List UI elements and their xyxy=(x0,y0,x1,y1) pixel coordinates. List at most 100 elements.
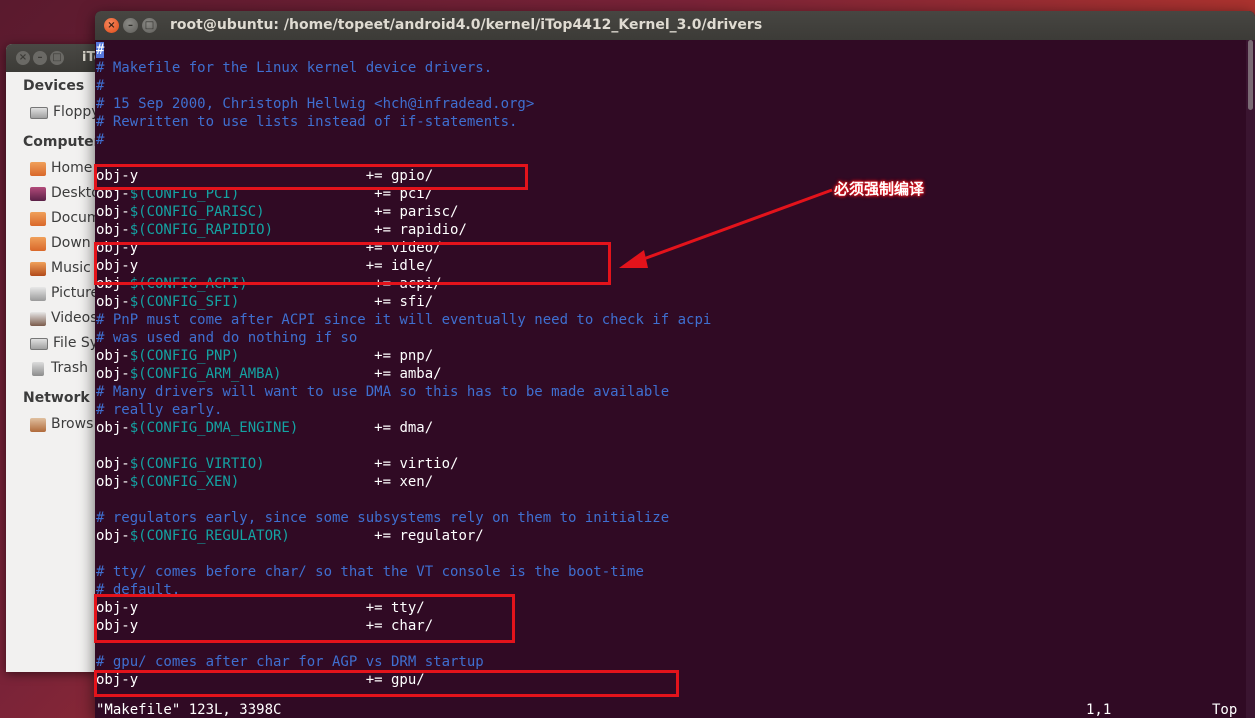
code-text: obj-y += tty/ xyxy=(96,600,425,616)
editor-line: # was used and do nothing if so xyxy=(96,329,357,347)
music-folder-icon xyxy=(30,261,46,276)
code-text: += xen/ xyxy=(239,474,434,490)
code-comment: # was used and do nothing if so xyxy=(96,330,358,346)
fm-minimize-icon[interactable]: – xyxy=(33,51,47,65)
code-variable: $(CONFIG_SFI) xyxy=(129,294,240,310)
code-text: += amba/ xyxy=(281,366,442,382)
filesystem-drive-icon xyxy=(30,337,48,350)
editor-line: obj-$(CONFIG_DMA_ENGINE) += dma/ xyxy=(96,419,433,437)
code-variable: $(CONFIG_ACPI) xyxy=(129,276,248,292)
terminal-content[interactable]: # # Makefile for the Linux kernel device … xyxy=(95,41,1246,718)
code-text: obj- xyxy=(96,222,130,238)
code-text: += pci/ xyxy=(239,186,434,202)
code-text: obj- xyxy=(96,186,130,202)
sidebar-item-music[interactable]: Music xyxy=(6,256,96,281)
editor-line: obj-$(CONFIG_PARISC) += parisc/ xyxy=(96,203,458,221)
close-icon[interactable]: × xyxy=(104,18,119,33)
editor-line: obj-y += tty/ xyxy=(96,599,425,617)
fm-close-icon[interactable]: × xyxy=(16,51,30,65)
code-comment: # PnP must come after ACPI since it will… xyxy=(96,312,712,328)
terminal-scrollbar[interactable] xyxy=(1246,40,1255,718)
editor-line: # PnP must come after ACPI since it will… xyxy=(96,311,711,329)
editor-line: # default. xyxy=(96,581,180,599)
code-text: obj-y += char/ xyxy=(96,618,434,634)
code-variable: $(CONFIG_RAPIDIO) xyxy=(129,222,274,238)
editor-line: # 15 Sep 2000, Christoph Hellwig <hch@in… xyxy=(96,95,534,113)
code-text: obj-y += gpu/ xyxy=(96,672,425,688)
code-variable: $(CONFIG_REGULATOR) xyxy=(129,528,290,544)
code-comment: # gpu/ comes after char for AGP vs DRM s… xyxy=(96,654,484,670)
terminal-titlebar[interactable]: × – □ root@ubuntu: /home/topeet/android4… xyxy=(95,11,1255,40)
minimize-icon[interactable]: – xyxy=(123,18,138,33)
sidebar-item-browse-network[interactable]: Brows xyxy=(6,412,96,437)
editor-line: # gpu/ comes after char for AGP vs DRM s… xyxy=(96,653,484,671)
vim-scroll-position: Top xyxy=(1212,702,1238,718)
editor-line: # xyxy=(96,131,104,149)
code-text: += acpi/ xyxy=(247,276,442,292)
file-manager-sidebar: Devices Floppy Computer Home Deskto Docu… xyxy=(6,72,101,437)
code-comment: # xyxy=(96,132,105,148)
editor-line: # xyxy=(96,77,104,95)
terminal-title: root@ubuntu: /home/topeet/android4.0/ker… xyxy=(170,17,763,33)
sidebar-item-desktop[interactable]: Deskto xyxy=(6,181,100,206)
sidebar-item-label: Down xyxy=(51,235,91,251)
sidebar-item-floppy[interactable]: Floppy xyxy=(6,100,100,125)
sidebar-item-documents[interactable]: Docum xyxy=(6,206,101,231)
code-text: obj- xyxy=(96,276,130,292)
terminal-window[interactable]: × – □ root@ubuntu: /home/topeet/android4… xyxy=(95,11,1255,718)
code-text: += rapidio/ xyxy=(273,222,467,238)
sidebar-item-pictures[interactable]: Picture xyxy=(6,281,99,306)
editor-line: # Makefile for the Linux kernel device d… xyxy=(96,59,492,77)
editor-line: obj-$(CONFIG_PCI) += pci/ xyxy=(96,185,433,203)
network-browse-icon xyxy=(30,417,46,432)
code-text: obj- xyxy=(96,456,130,472)
sidebar-item-trash[interactable]: Trash xyxy=(6,356,96,381)
editor-line: obj-$(CONFIG_PNP) += pnp/ xyxy=(96,347,433,365)
editor-line: obj-$(CONFIG_VIRTIO) += virtio/ xyxy=(96,455,458,473)
editor-line: # Many drivers will want to use DMA so t… xyxy=(96,383,669,401)
code-variable: $(CONFIG_PNP) xyxy=(129,348,240,364)
fm-maximize-icon[interactable]: □ xyxy=(50,51,64,65)
code-text: obj- xyxy=(96,366,130,382)
sidebar-item-label: Brows xyxy=(51,416,94,432)
editor-line: obj-y += char/ xyxy=(96,617,433,635)
sidebar-heading-devices: Devices xyxy=(23,78,85,94)
editor-line: # really early. xyxy=(96,401,222,419)
home-folder-icon xyxy=(30,161,46,176)
editor-line: obj-y += gpu/ xyxy=(96,671,425,689)
code-text: += dma/ xyxy=(298,420,434,436)
code-comment: # Rewritten to use lists instead of if-s… xyxy=(96,114,518,130)
code-text: += virtio/ xyxy=(264,456,459,472)
scrollbar-thumb[interactable] xyxy=(1248,40,1253,110)
code-comment: # regulators early, since some subsystem… xyxy=(96,510,670,526)
downloads-folder-icon xyxy=(30,236,46,251)
sidebar-heading-network: Network xyxy=(23,390,90,406)
editor-line: obj-y += video/ xyxy=(96,239,442,257)
code-variable: $(CONFIG_PCI) xyxy=(129,186,240,202)
editor-line: obj-$(CONFIG_ACPI) += acpi/ xyxy=(96,275,442,293)
code-variable: $(CONFIG_ARM_AMBA) xyxy=(129,366,282,382)
editor-line: obj-$(CONFIG_SFI) += sfi/ xyxy=(96,293,433,311)
code-comment: # Makefile for the Linux kernel device d… xyxy=(96,60,493,76)
editor-line: obj-$(CONFIG_REGULATOR) += regulator/ xyxy=(96,527,484,545)
editor-line: obj-y += idle/ xyxy=(96,257,433,275)
code-text: obj- xyxy=(96,528,130,544)
sidebar-item-label: Deskto xyxy=(51,185,100,201)
floppy-drive-icon xyxy=(30,106,48,119)
sidebar-item-videos[interactable]: Videos xyxy=(6,306,98,331)
editor-line: # Rewritten to use lists instead of if-s… xyxy=(96,113,517,131)
sidebar-item-label: Docum xyxy=(51,210,101,226)
sidebar-item-downloads[interactable]: Down xyxy=(6,231,96,256)
code-text: obj-y += idle/ xyxy=(96,258,434,274)
sidebar-item-filesystem[interactable]: File Sy xyxy=(6,331,98,356)
sidebar-item-label: Home xyxy=(51,160,93,176)
code-text: obj- xyxy=(96,204,130,220)
code-comment: # 15 Sep 2000, Christoph Hellwig <hch@in… xyxy=(96,96,535,112)
code-text: += sfi/ xyxy=(239,294,434,310)
code-text: obj- xyxy=(96,294,130,310)
sidebar-item-home[interactable]: Home xyxy=(6,156,96,181)
documents-folder-icon xyxy=(30,211,46,226)
code-text: += parisc/ xyxy=(264,204,459,220)
maximize-icon[interactable]: □ xyxy=(142,18,157,33)
desktop-folder-icon xyxy=(30,186,46,201)
